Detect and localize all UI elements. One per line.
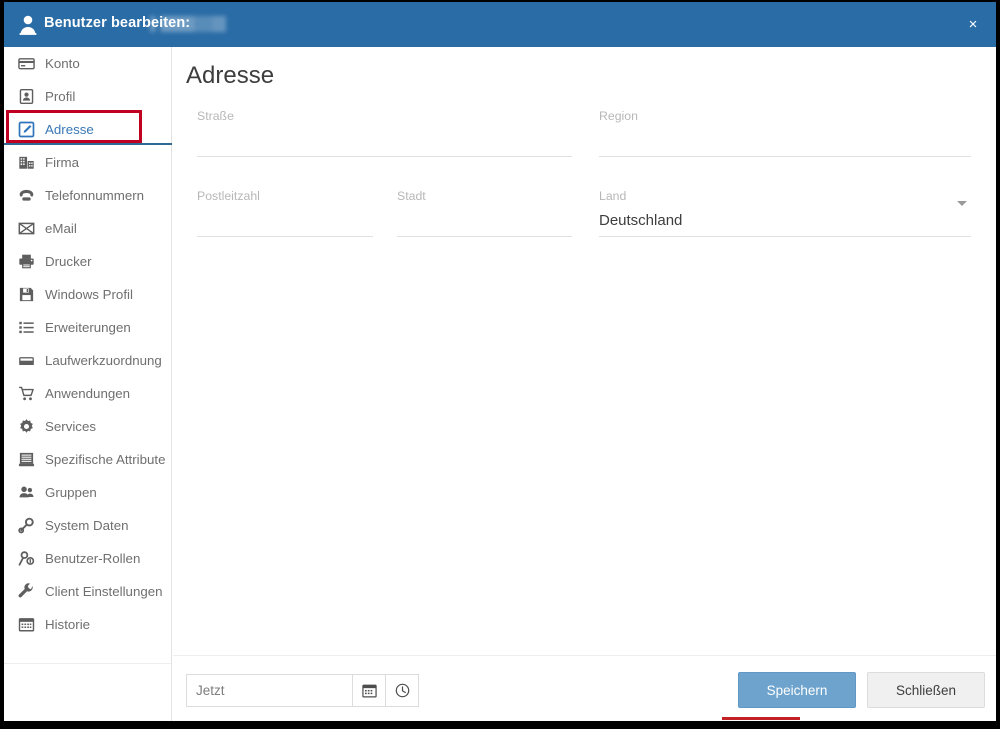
envelope-icon (17, 219, 36, 238)
user-icon (18, 14, 38, 35)
field-stadt-label: Stadt (397, 189, 426, 203)
region-input[interactable] (599, 127, 971, 157)
sidebar-item-label: Gruppen (45, 485, 97, 500)
field-strasse-label: Straße (197, 109, 234, 123)
sidebar-item-adresse[interactable]: Adresse (4, 113, 171, 146)
clock-icon[interactable] (386, 674, 419, 707)
active-item-underline (4, 143, 172, 145)
main-content: Adresse Straße Region Postleitzahl Stadt… (173, 47, 996, 721)
footer-separator (173, 655, 996, 656)
strasse-input[interactable] (197, 127, 572, 157)
sidebar-item-anwendungen[interactable]: Anwendungen (4, 377, 171, 410)
archive-icon (17, 450, 36, 469)
sidebar-item-firma[interactable]: Firma (4, 146, 171, 179)
sidebar-divider (4, 663, 171, 664)
field-land-label: Land (599, 189, 627, 203)
sidebar-item-services[interactable]: Services (4, 410, 171, 443)
calendar-icon (17, 615, 36, 634)
save-button[interactable]: Speichern (738, 672, 856, 708)
id-card-icon (17, 87, 36, 106)
sidebar-nav: Konto Profil Adresse Firma Telefonnummern eMa… (4, 47, 172, 721)
field-postleitzahl: Postleitzahl (197, 189, 373, 237)
close-dialog-button[interactable]: Schließen (867, 672, 985, 708)
edit-user-dialog: Benutzer bearbeiten: × Konto Profil Adress… (4, 2, 996, 721)
field-land: Land Deutschland (599, 189, 971, 237)
sidebar-item-label: Spezifische Attribute (45, 452, 166, 467)
sidebar-item-windows-profil[interactable]: Windows Profil (4, 278, 171, 311)
user-key-icon (17, 549, 36, 568)
sidebar-item-label: Benutzer-Rollen (45, 551, 141, 566)
sidebar-item-label: Profil (45, 89, 76, 104)
sidebar-item-profil[interactable]: Profil (4, 80, 171, 113)
building-icon (17, 153, 36, 172)
postleitzahl-input[interactable] (197, 207, 373, 237)
sidebar-item-label: Telefonnummern (45, 188, 145, 203)
sidebar-item-laufwerkzuordnung[interactable]: Laufwerkzuordnung (4, 344, 171, 377)
sidebar-item-label: Client Einstellungen (45, 584, 163, 599)
close-icon[interactable]: × (962, 15, 984, 35)
sidebar-item-label: Drucker (45, 254, 92, 269)
datetime-input[interactable] (186, 674, 353, 707)
sidebar-item-telefonnummern[interactable]: Telefonnummern (4, 179, 171, 212)
annotation-underline (722, 717, 800, 720)
sidebar-item-email[interactable]: eMail (4, 212, 171, 245)
list-icon (17, 318, 36, 337)
sidebar-item-label: Windows Profil (45, 287, 133, 302)
gear-icon (17, 417, 36, 436)
key-icon (17, 516, 36, 535)
drive-icon (17, 351, 36, 370)
users-icon (17, 483, 36, 502)
sidebar-item-label: Laufwerkzuordnung (45, 353, 162, 368)
datetime-group (186, 674, 419, 707)
field-region: Region (599, 109, 971, 157)
sidebar-item-label: Konto (45, 56, 80, 71)
dialog-titlebar: Benutzer bearbeiten: × (4, 2, 996, 47)
floppy-disk-icon (17, 285, 36, 304)
sidebar-item-spezifische-attribute[interactable]: Spezifische Attribute (4, 443, 171, 476)
page-title: Adresse (186, 62, 275, 89)
redacted-username (150, 16, 226, 32)
sidebar-item-drucker[interactable]: Drucker (4, 245, 171, 278)
field-stadt: Stadt (397, 189, 572, 237)
sidebar-item-label: System Daten (45, 518, 129, 533)
sidebar-item-erweiterungen[interactable]: Erweiterungen (4, 311, 171, 344)
sidebar-item-label: Anwendungen (45, 386, 131, 401)
wrench-icon (17, 582, 36, 601)
field-strasse: Straße (197, 109, 572, 157)
edit-square-icon (17, 120, 36, 139)
sidebar-item-label: Erweiterungen (45, 320, 131, 335)
calendar-icon[interactable] (353, 674, 386, 707)
sidebar-item-benutzer-rollen[interactable]: Benutzer-Rollen (4, 542, 171, 575)
field-region-label: Region (599, 109, 638, 123)
sidebar-item-label: eMail (45, 221, 77, 236)
credit-card-icon (17, 54, 36, 73)
shopping-cart-icon (17, 384, 36, 403)
sidebar-item-client-einstellungen[interactable]: Client Einstellungen (4, 575, 171, 608)
sidebar-item-historie[interactable]: Historie (4, 608, 171, 641)
stadt-input[interactable] (397, 207, 572, 237)
sidebar-item-konto[interactable]: Konto (4, 47, 171, 80)
sidebar-item-label: Adresse (45, 122, 94, 137)
sidebar-item-system-daten[interactable]: System Daten (4, 509, 171, 542)
sidebar-item-label: Historie (45, 617, 91, 632)
sidebar-item-label: Firma (45, 155, 79, 170)
sidebar-item-gruppen[interactable]: Gruppen (4, 476, 171, 509)
printer-icon (17, 252, 36, 271)
field-postleitzahl-label: Postleitzahl (197, 189, 260, 203)
sidebar-item-label: Services (45, 419, 96, 434)
land-select[interactable]: Deutschland (599, 207, 971, 237)
telephone-icon (17, 186, 36, 205)
